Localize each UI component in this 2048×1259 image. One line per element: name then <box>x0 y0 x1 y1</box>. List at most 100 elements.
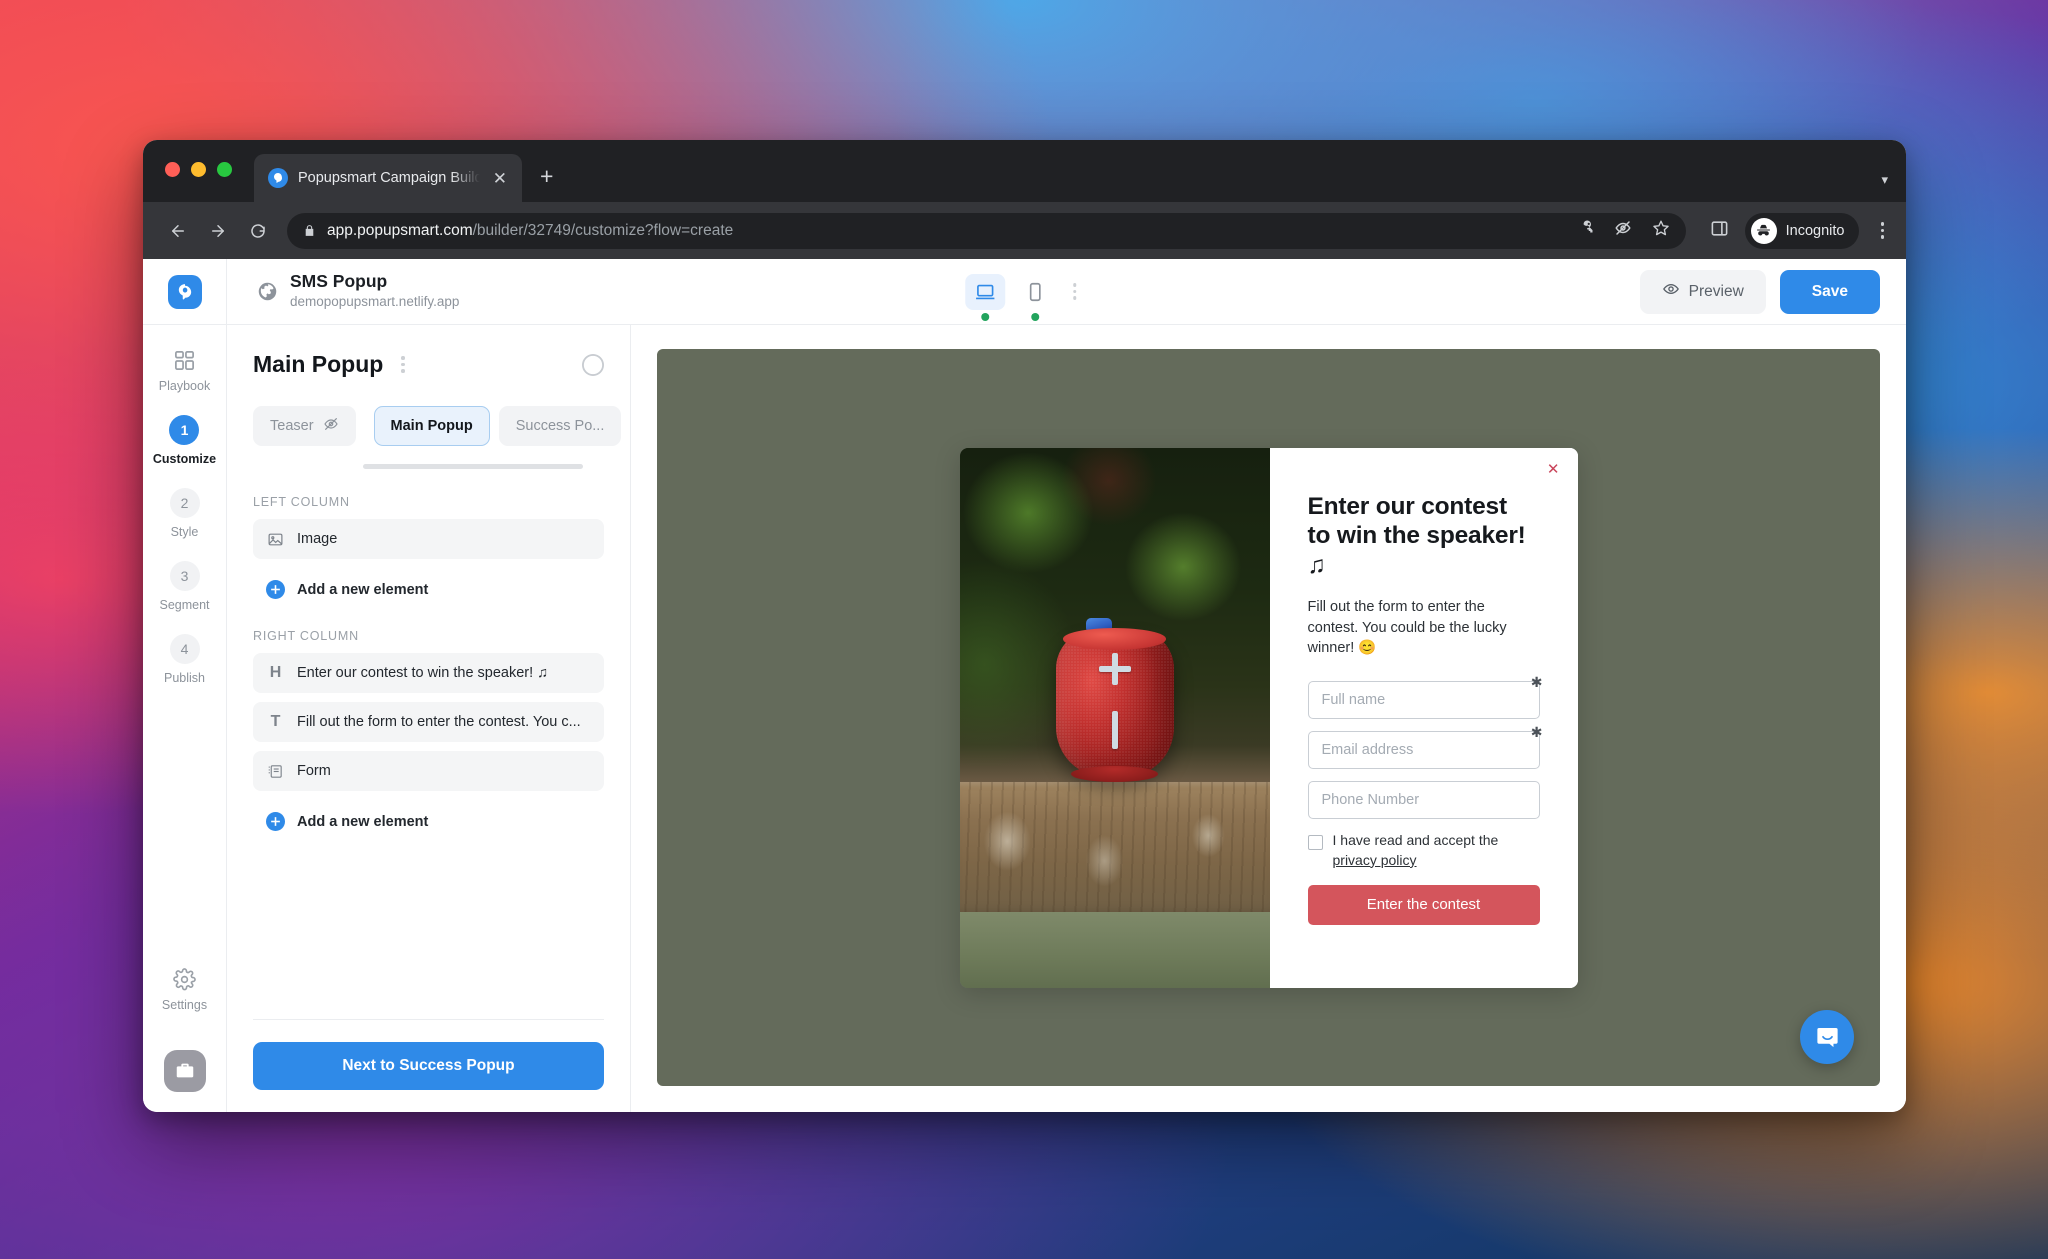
sidebar-item-segment[interactable]: 3 Segment <box>159 561 210 612</box>
mobile-icon[interactable] <box>1015 274 1055 321</box>
sidebar-item-label: Settings <box>161 998 208 1012</box>
tabs-scrollbar[interactable] <box>253 446 604 495</box>
address-bar[interactable]: app.popupsmart.com/builder/32749/customi… <box>287 212 1686 249</box>
save-button[interactable]: Save <box>1779 269 1880 314</box>
consent-checkbox[interactable] <box>1307 834 1323 850</box>
plus-circle-icon <box>266 812 285 831</box>
step-rail: Playbook 1 Customize 2 Style 3 Segment 4… <box>143 325 227 1112</box>
add-element-left-column[interactable]: Add a new element <box>253 568 604 611</box>
next-to-success-popup-button[interactable]: Next to Success Popup <box>253 1042 604 1090</box>
eye-off-icon[interactable] <box>1614 219 1632 242</box>
sidebar-item-label: Style <box>170 525 199 539</box>
element-row-heading[interactable]: H Enter our contest to win the speaker! … <box>253 653 604 693</box>
sidebar-item-publish[interactable]: 4 Publish <box>164 634 205 685</box>
arrow-left-icon[interactable] <box>161 214 195 248</box>
speaker-product-image <box>1055 618 1174 783</box>
step-number: 2 <box>169 488 200 518</box>
browser-tab[interactable]: Popupsmart Campaign Builder ✕ <box>254 154 522 202</box>
consent-text: I have read and accept the privacy polic… <box>1333 831 1540 871</box>
url-domain: app.popupsmart.com <box>327 221 473 239</box>
popupsmart-app: SMS Popup demopopupsmart.netlify.app Pre… <box>143 258 1906 1112</box>
full-name-field-wrap: ✱ <box>1307 675 1543 719</box>
close-icon[interactable]: ✕ <box>490 168 510 189</box>
chevron-down-icon[interactable]: ▾ <box>1881 172 1888 188</box>
left-column-label: LEFT COLUMN <box>253 495 350 509</box>
add-element-right-column[interactable]: Add a new element <box>253 800 604 843</box>
close-icon[interactable]: ✕ <box>1547 462 1560 477</box>
sidebar-item-customize[interactable]: 1 Customize <box>153 415 216 466</box>
element-row-image[interactable]: Image <box>253 519 604 559</box>
privacy-policy-link[interactable]: privacy policy <box>1333 852 1417 868</box>
full-name-field[interactable] <box>1307 680 1540 719</box>
consent-row: I have read and accept the privacy polic… <box>1307 831 1540 871</box>
desktop-icon[interactable] <box>964 273 1005 321</box>
popupsmart-logo-icon <box>268 168 288 188</box>
kebab-menu-icon[interactable] <box>1875 218 1891 243</box>
plus-icon[interactable]: + <box>540 163 553 190</box>
tab-main-popup[interactable]: Main Popup <box>373 406 490 446</box>
tab-teaser[interactable]: Teaser <box>253 406 356 446</box>
minimize-window-button[interactable] <box>191 161 206 177</box>
image-icon <box>267 531 284 548</box>
element-label: Form <box>297 763 331 779</box>
sidebar-item-settings[interactable]: Settings <box>162 968 207 1012</box>
element-row-form[interactable]: Form <box>253 751 604 791</box>
key-icon[interactable] <box>1576 219 1594 242</box>
reload-icon[interactable] <box>241 214 275 248</box>
arrow-right-icon[interactable] <box>201 214 235 248</box>
add-element-label: Add a new element <box>297 581 429 598</box>
sidebar-item-label: Playbook <box>158 379 211 393</box>
profile-label: Incognito <box>1785 222 1845 239</box>
phone-field[interactable] <box>1307 780 1540 819</box>
eye-off-icon <box>323 416 339 436</box>
element-label: Image <box>297 531 338 547</box>
popup-heading: Enter our contest to win the speaker! ♫ <box>1308 492 1540 582</box>
required-marker: ✱ <box>1530 673 1543 690</box>
right-column-label: RIGHT COLUMN <box>253 629 359 643</box>
preview-button[interactable]: Preview <box>1639 269 1766 314</box>
kebab-menu-icon[interactable] <box>395 352 411 377</box>
campaign-name: SMS Popup <box>290 271 388 292</box>
plus-circle-icon <box>266 580 285 599</box>
close-window-button[interactable] <box>165 161 180 177</box>
form-icon <box>267 763 284 780</box>
email-field-wrap: ✱ <box>1307 725 1543 769</box>
add-element-label: Add a new element <box>297 813 429 830</box>
app-body: Playbook 1 Customize 2 Style 3 Segment 4… <box>143 325 1906 1112</box>
chat-bubble-icon[interactable] <box>1800 1010 1854 1064</box>
sidebar-item-label: Publish <box>164 671 205 685</box>
enter-the-contest-button[interactable]: Enter the contest <box>1307 884 1540 925</box>
app-header: SMS Popup demopopupsmart.netlify.app Pre… <box>143 258 1906 325</box>
popup-image[interactable] <box>959 447 1270 988</box>
volume-down-icon <box>1111 711 1118 750</box>
campaign-url: demopopupsmart.netlify.app <box>290 294 460 310</box>
maximize-window-button[interactable] <box>217 161 232 177</box>
star-icon[interactable] <box>1652 219 1670 242</box>
campaign-info: SMS Popup demopopupsmart.netlify.app <box>227 271 459 311</box>
toolbox-icon[interactable] <box>163 1050 206 1092</box>
tab-success-popup[interactable]: Success Po... <box>498 406 622 446</box>
mobile-status-dot <box>1030 312 1039 321</box>
plus-circle-icon[interactable] <box>582 353 604 376</box>
browser-tab-strip: Popupsmart Campaign Builder ✕ + ▾ <box>143 140 1906 202</box>
grid-icon <box>173 349 196 372</box>
preview-button-label: Preview <box>1688 282 1744 300</box>
required-marker: ✱ <box>1530 723 1543 740</box>
phone-field-wrap <box>1307 780 1540 819</box>
side-panel-icon[interactable] <box>1710 219 1729 243</box>
sidebar-item-style[interactable]: 2 Style <box>169 488 200 539</box>
sidebar-item-label: Segment <box>159 598 210 612</box>
address-bar-url: app.popupsmart.com/builder/32749/customi… <box>327 222 733 240</box>
profile-chip[interactable]: Incognito <box>1744 212 1859 249</box>
element-label: Enter our contest to win the speaker! ♫ <box>297 665 549 681</box>
device-preview-toggle <box>964 273 1085 321</box>
scrollbar-thumb[interactable] <box>363 464 583 469</box>
app-logo[interactable] <box>143 258 227 325</box>
step-number: 4 <box>169 634 200 664</box>
email-field[interactable] <box>1307 730 1540 769</box>
bench-lower <box>959 911 1270 988</box>
kebab-menu-icon[interactable] <box>1065 283 1085 300</box>
sidebar-item-playbook[interactable]: Playbook <box>159 349 210 393</box>
element-row-text[interactable]: T Fill out the form to enter the contest… <box>253 702 604 742</box>
element-label: Fill out the form to enter the contest. … <box>297 714 581 730</box>
